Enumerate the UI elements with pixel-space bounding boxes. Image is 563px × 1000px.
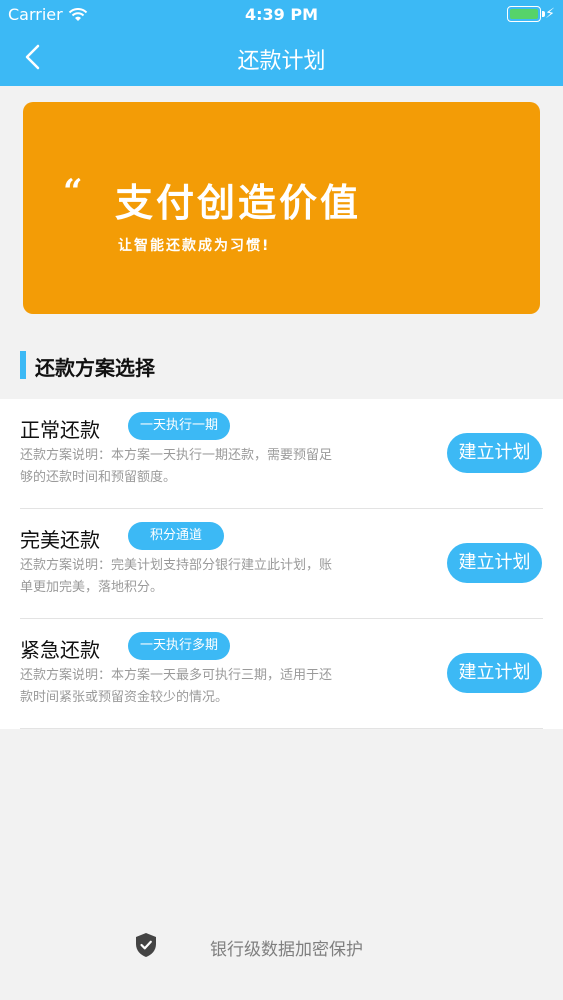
banner-quote-mark: “ [63,172,83,212]
header: Carrier 4:39 PM ⚡ 还款计划 [0,0,563,86]
plan-description: 还款方案说明：本方案一天执行一期还款，需要预留足 够的还款时间和预留额度。 [20,445,362,489]
battery-indicator: ⚡ [507,6,555,22]
plan-tag: 一天执行多期 [128,632,231,660]
nav-bar: 还款计划 [0,28,563,86]
section-accent-bar [20,351,26,379]
plan-tag: 积分通道 [128,522,225,550]
create-plan-button[interactable]: 建立计划 [447,653,542,693]
banner-slogan: 支付创造价值 [115,180,362,225]
plan-description-line: 还款方案说明：本方案一天最多可执行三期，适用于还 [20,668,333,683]
plan-description-line: 款时间紧张或预留资金较少的情况。 [20,690,229,705]
plan-description-line: 还款方案说明：完美计划支持部分银行建立此计划，账 [20,558,333,573]
plan-item-normal: 正常还款 一天执行一期 还款方案说明：本方案一天执行一期还款，需要预留足 够的还… [0,399,563,509]
plan-name: 紧急还款 [20,638,100,662]
plan-item-perfect: 完美还款 积分通道 还款方案说明：完美计划支持部分银行建立此计划，账 单更加完美… [0,509,563,619]
divider [20,728,543,729]
plan-name: 正常还款 [20,418,100,442]
create-plan-button[interactable]: 建立计划 [447,543,542,583]
footer-text: 银行级数据加密保护 [210,940,363,960]
plan-name: 完美还款 [20,528,100,552]
status-time: 4:39 PM [244,5,318,24]
shield-check-icon [136,933,156,957]
plan-tag: 一天执行一期 [128,412,231,440]
plan-description-line: 够的还款时间和预留额度。 [20,470,177,485]
page-title: 还款计划 [237,49,326,74]
create-plan-button[interactable]: 建立计划 [447,433,542,473]
charging-icon: ⚡ [545,6,555,22]
plan-description: 还款方案说明：完美计划支持部分银行建立此计划，账 单更加完美，落地积分。 [20,555,362,599]
battery-icon [507,6,546,22]
plan-item-urgent: 紧急还款 一天执行多期 还款方案说明：本方案一天最多可执行三期，适用于还 款时间… [0,619,563,729]
status-bar: Carrier 4:39 PM ⚡ [0,0,563,28]
section-title: 还款方案选择 [35,356,155,380]
security-footer: 银行级数据加密保护 [0,930,563,962]
promo-banner[interactable]: “ 支付创造价值 让智能还款成为习惯! [23,102,540,314]
plan-description: 还款方案说明：本方案一天最多可执行三期，适用于还 款时间紧张或预留资金较少的情况… [20,665,362,709]
banner-subtitle: 让智能还款成为习惯! [118,238,271,254]
plan-description-line: 还款方案说明：本方案一天执行一期还款，需要预留足 [20,448,333,463]
plan-description-line: 单更加完美，落地积分。 [20,580,164,595]
plan-list: 正常还款 一天执行一期 还款方案说明：本方案一天执行一期还款，需要预留足 够的还… [0,399,563,729]
